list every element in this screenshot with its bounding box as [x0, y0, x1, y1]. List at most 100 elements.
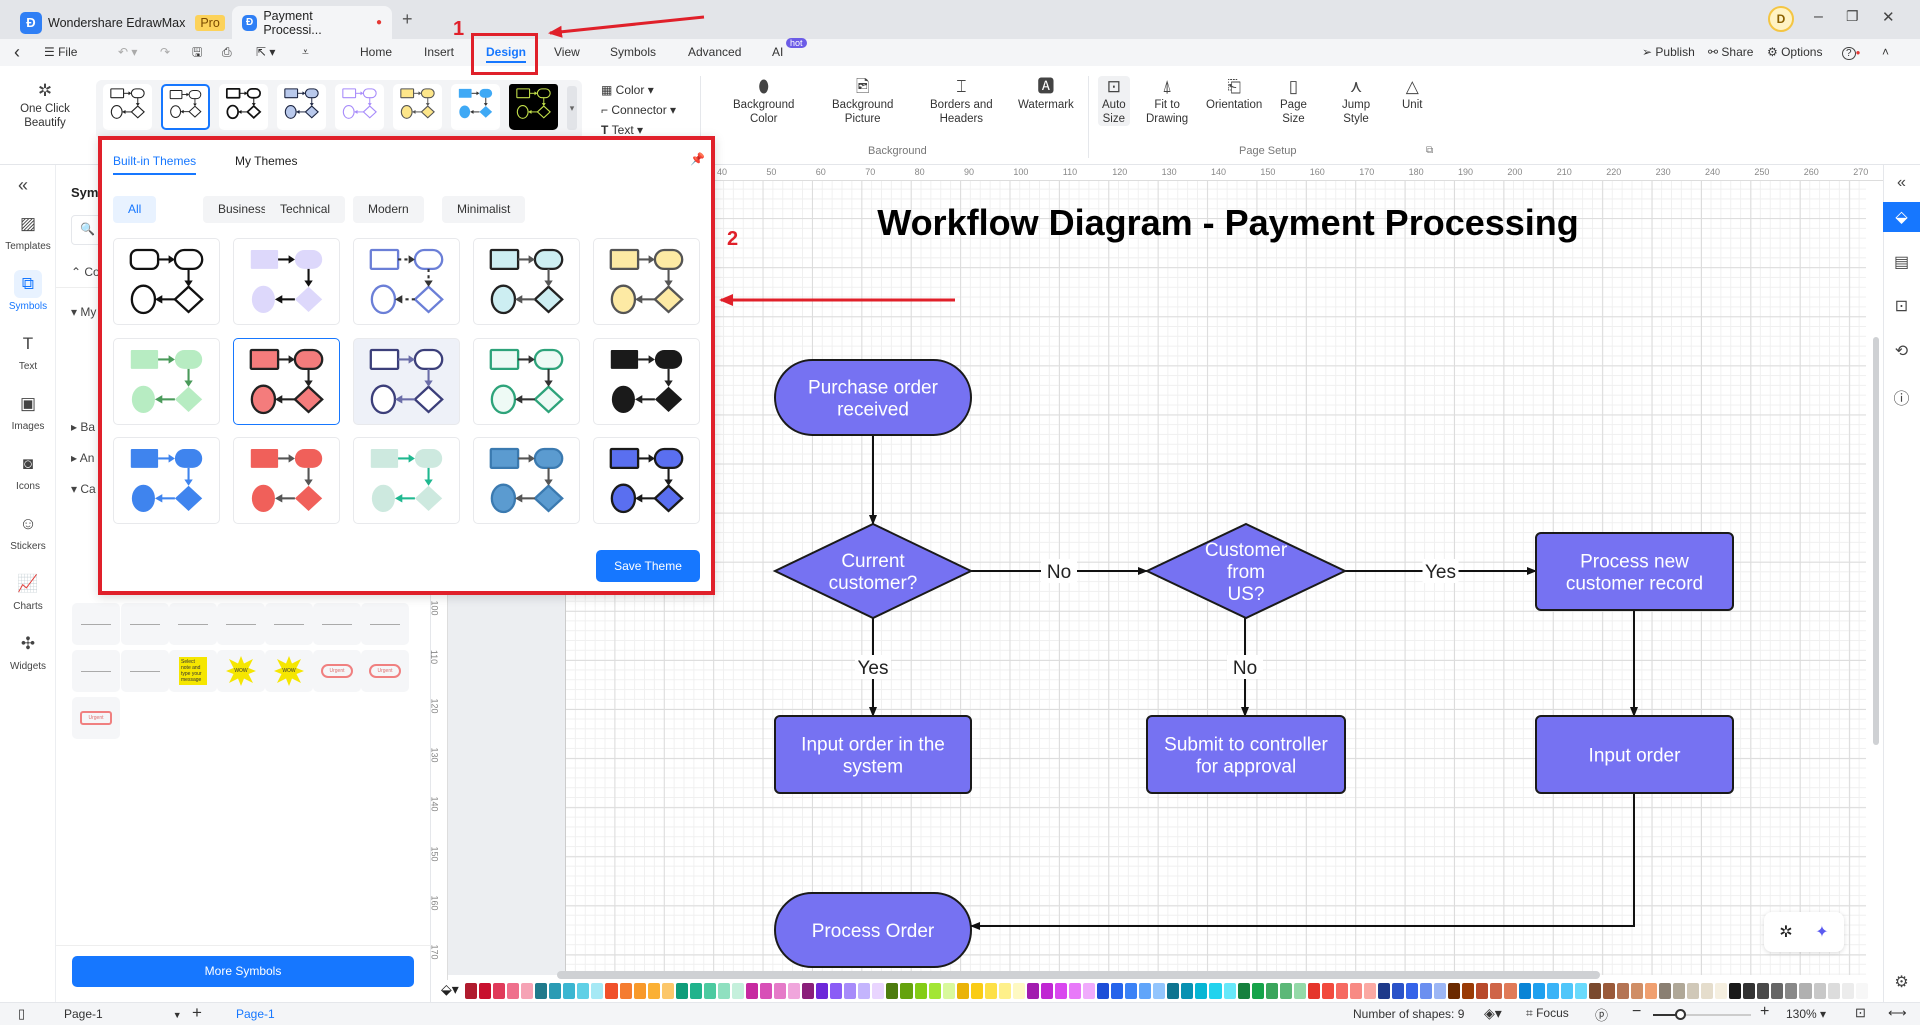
fit-page-icon[interactable]: ⊡ [1855, 1005, 1866, 1021]
zoom-slider[interactable] [1653, 1009, 1751, 1020]
color-swatch[interactable] [1630, 983, 1643, 999]
theme-card-3[interactable] [353, 238, 460, 325]
filter-all[interactable]: All [113, 196, 157, 223]
color-swatch[interactable] [1434, 983, 1447, 999]
page-properties-icon[interactable]: ▤ [1883, 247, 1920, 277]
theme-card-4[interactable] [473, 238, 580, 325]
theme-card-7[interactable] [233, 338, 340, 425]
color-swatch[interactable] [745, 983, 758, 999]
color-swatch[interactable] [1167, 983, 1180, 999]
theme-card-10[interactable] [593, 338, 700, 425]
history-icon[interactable]: ⟲ [1883, 336, 1920, 366]
color-swatch[interactable] [619, 983, 632, 999]
page-panel-icon[interactable]: ▯ [18, 1006, 25, 1022]
color-swatch[interactable] [1069, 983, 1082, 999]
theme-card-1[interactable] [113, 238, 220, 325]
filter-modern[interactable]: Modern [353, 196, 424, 223]
theme-card-6[interactable] [113, 338, 220, 425]
color-swatch[interactable] [900, 983, 913, 999]
color-swatch[interactable] [675, 983, 688, 999]
zoom-slider-knob[interactable] [1675, 1009, 1687, 1020]
zoom-out-button[interactable]: − [1632, 1003, 1641, 1021]
color-swatch[interactable] [1321, 983, 1334, 999]
flowchart-node-submit[interactable]: Submit to controllerfor approval [1146, 715, 1346, 794]
color-swatch[interactable] [1293, 983, 1306, 999]
color-swatch[interactable] [577, 983, 590, 999]
settings-icon[interactable]: ⚙ [1883, 967, 1920, 997]
flowchart-node-current[interactable]: Currentcustomer? [772, 522, 974, 620]
color-swatch[interactable] [493, 983, 506, 999]
color-swatch[interactable] [1153, 983, 1166, 999]
color-swatch[interactable] [1448, 983, 1461, 999]
color-swatch[interactable] [942, 983, 955, 999]
color-swatch[interactable] [689, 983, 702, 999]
color-swatch[interactable] [1518, 983, 1531, 999]
theme-card-15[interactable] [593, 437, 700, 524]
color-swatch[interactable] [1602, 983, 1615, 999]
filter-technical[interactable]: Technical [265, 196, 346, 223]
color-swatch[interactable] [731, 983, 744, 999]
color-swatch[interactable] [928, 983, 941, 999]
color-swatch[interactable] [1012, 983, 1025, 999]
color-swatch[interactable] [1378, 983, 1391, 999]
tab-built-in-themes[interactable]: Built-in Themes [113, 154, 197, 175]
color-swatch[interactable] [1335, 983, 1348, 999]
color-swatch[interactable] [1785, 983, 1798, 999]
color-swatch[interactable] [479, 983, 492, 999]
color-swatch[interactable] [1841, 983, 1854, 999]
zoom-level[interactable]: 130% ▾ [1786, 1007, 1826, 1021]
color-swatch[interactable] [1083, 983, 1096, 999]
flowchart-node-processorder[interactable]: Process Order [774, 892, 972, 968]
color-swatch[interactable] [1532, 983, 1545, 999]
page-select[interactable]: Page-1 ▼ [64, 1007, 182, 1021]
fit-width-icon[interactable]: ⟷ [1888, 1005, 1907, 1021]
tab-my-themes[interactable]: My Themes [235, 154, 297, 168]
color-swatch[interactable] [984, 983, 997, 999]
color-swatch[interactable] [1560, 983, 1573, 999]
color-swatch[interactable] [1644, 983, 1657, 999]
theme-card-14[interactable] [473, 437, 580, 524]
flowchart-node-newrec[interactable]: Process newcustomer record [1535, 532, 1734, 611]
color-swatch[interactable] [1392, 983, 1405, 999]
theme-card-8[interactable] [353, 338, 460, 425]
color-swatch[interactable] [703, 983, 716, 999]
theme-card-2[interactable] [233, 238, 340, 325]
color-swatch[interactable] [788, 983, 801, 999]
help-circle-icon[interactable]: ⓘ [1883, 382, 1920, 412]
color-swatch[interactable] [1054, 983, 1068, 999]
color-swatch[interactable] [872, 983, 885, 999]
color-swatch[interactable] [661, 983, 674, 999]
connector-input-processorder[interactable] [970, 793, 1635, 930]
page-tab[interactable]: Page-1 [236, 1007, 275, 1021]
color-swatch[interactable] [759, 983, 773, 999]
color-swatch[interactable] [1251, 983, 1264, 999]
color-swatch[interactable] [1097, 983, 1110, 999]
color-swatch[interactable] [886, 983, 899, 999]
color-swatch[interactable] [970, 983, 983, 999]
color-swatch[interactable] [1364, 983, 1377, 999]
presentation-icon[interactable]: ⊡ [1883, 291, 1920, 321]
color-swatch[interactable] [605, 983, 618, 999]
color-swatch[interactable] [1223, 983, 1236, 999]
color-swatch[interactable] [1715, 983, 1728, 999]
color-swatch[interactable] [1125, 983, 1138, 999]
color-swatch[interactable] [535, 983, 548, 999]
color-swatch[interactable] [1476, 983, 1489, 999]
flowchart-node-input[interactable]: Input order [1535, 715, 1734, 794]
color-swatch[interactable] [521, 983, 534, 999]
theme-card-12[interactable] [233, 437, 340, 524]
theme-card-9[interactable] [473, 338, 580, 425]
color-swatch[interactable] [465, 983, 478, 999]
color-swatch[interactable] [1040, 983, 1053, 999]
color-swatch[interactable] [844, 983, 857, 999]
color-swatch[interactable] [1462, 983, 1475, 999]
color-swatch[interactable] [914, 983, 927, 999]
color-swatch[interactable] [1195, 983, 1208, 999]
color-swatch[interactable] [1490, 983, 1503, 999]
color-swatch[interactable] [507, 983, 520, 999]
color-swatch[interactable] [1574, 983, 1587, 999]
color-swatch[interactable] [647, 983, 660, 999]
color-swatch[interactable] [1757, 983, 1770, 999]
focus-button[interactable]: ⌗ Focus [1526, 1006, 1569, 1021]
theme-card-13[interactable] [353, 437, 460, 524]
